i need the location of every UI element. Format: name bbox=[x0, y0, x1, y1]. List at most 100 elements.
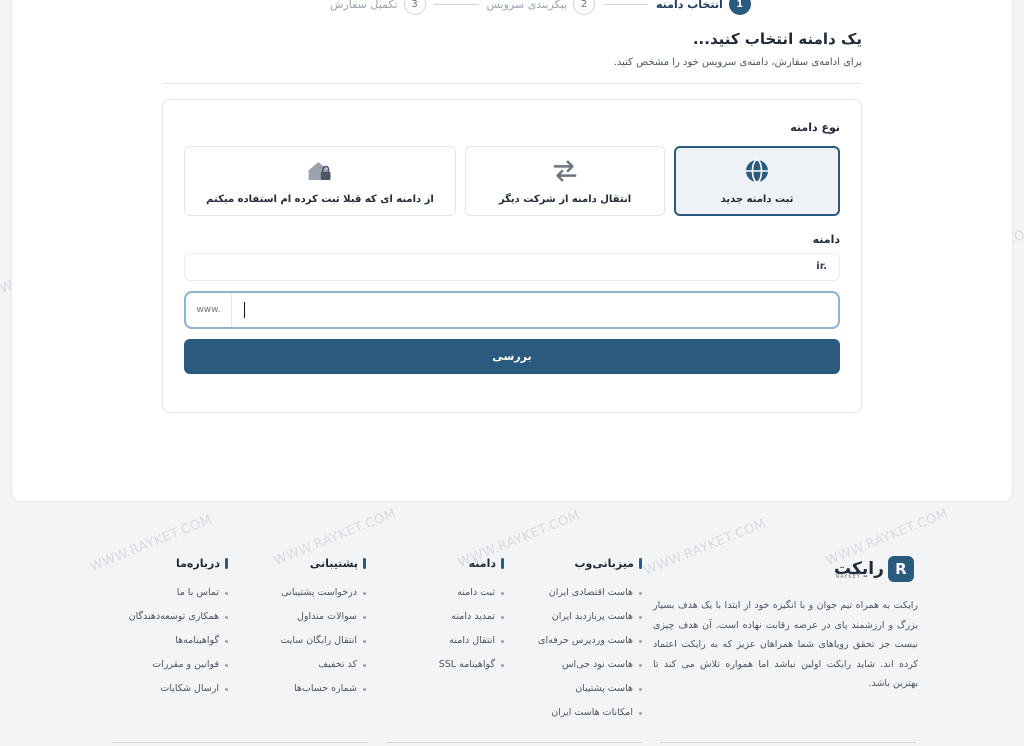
logo-mark-icon: R bbox=[887, 556, 914, 582]
option-use-existing-domain[interactable]: از دامنه ای که قبلا ثبت کرده ام استفاده … bbox=[184, 146, 456, 216]
col-title: دامنه bbox=[468, 557, 496, 570]
check-domain-button[interactable]: بررسی bbox=[184, 339, 840, 374]
link-text: کد تخفیف bbox=[318, 659, 357, 670]
bullet-icon bbox=[225, 687, 228, 691]
step-number: 3 bbox=[403, 0, 426, 15]
step-complete-order[interactable]: 3 تکمیل سفارش bbox=[330, 0, 426, 15]
domain-label: دامنه bbox=[812, 233, 840, 246]
footer-link[interactable]: انتقال رایگان سایت bbox=[280, 629, 366, 653]
bullet-icon bbox=[501, 639, 504, 643]
footer-col-domain: ثبت دامنه تمدید دامنه انتقال دامنه گواهی… bbox=[439, 581, 504, 677]
logo-subtext: RAYKET bbox=[836, 574, 861, 580]
link-text: سوالات متداول bbox=[297, 611, 357, 622]
footer-link[interactable]: کد تخفیف bbox=[280, 653, 366, 677]
footer-link[interactable]: ارسال شکایات bbox=[129, 677, 228, 701]
bullet-icon bbox=[225, 663, 228, 667]
link-text: هاست پربازدید ایران bbox=[551, 611, 633, 622]
link-text: همکاری توسعه‌دهندگان bbox=[128, 611, 219, 622]
link-text: تماس با ما bbox=[176, 587, 219, 598]
col-title: درباره‌ما bbox=[175, 557, 220, 570]
bullet-icon bbox=[363, 687, 366, 691]
bullet-icon bbox=[363, 663, 366, 667]
step-number: 2 bbox=[573, 0, 595, 15]
bullet-icon bbox=[639, 663, 642, 667]
footer-link[interactable]: هاست پشتیبان bbox=[538, 677, 642, 701]
bullet-icon bbox=[639, 591, 642, 595]
step-choose-domain[interactable]: 1 انتخاب دامنه bbox=[656, 0, 751, 15]
footer-link[interactable]: تماس با ما bbox=[129, 581, 228, 605]
link-text: هاست وردپرس حرفه‌ای bbox=[538, 635, 633, 646]
footer-link[interactable]: درخواست پشتیبانی bbox=[280, 581, 366, 605]
domain-input[interactable] bbox=[232, 293, 838, 327]
bullet-icon bbox=[501, 663, 504, 667]
footer-link[interactable]: هاست نود جی‌اس bbox=[538, 653, 642, 677]
divider bbox=[162, 83, 862, 84]
step-label: انتخاب دامنه bbox=[656, 0, 723, 11]
heading-bar bbox=[225, 558, 228, 569]
page-title: یک دامنه انتخاب کنید... bbox=[692, 30, 862, 48]
footer-link[interactable]: ثبت دامنه bbox=[439, 581, 504, 605]
footer-link[interactable]: امکانات هاست ایران bbox=[538, 701, 642, 725]
link-text: هاست اقتصادی ایران bbox=[548, 587, 633, 598]
footer-col-support: درخواست پشتیبانی سوالات متداول انتقال را… bbox=[280, 581, 366, 701]
tld-select[interactable]: ir. bbox=[184, 253, 840, 281]
footer-link[interactable]: انتقال دامنه bbox=[439, 629, 504, 653]
footer-link[interactable]: هاست پربازدید ایران bbox=[538, 605, 642, 629]
footer-col-domain-title: دامنه bbox=[469, 557, 504, 570]
domain-input-group: www. bbox=[184, 291, 840, 329]
link-text: امکانات هاست ایران bbox=[551, 707, 633, 718]
step-connector bbox=[433, 3, 479, 5]
option-label: انتقال دامنه از شرکت دیگر bbox=[498, 193, 632, 205]
footer-link[interactable]: هاست اقتصادی ایران bbox=[538, 581, 642, 605]
footer-about-text: رایکت به همراه تیم جوان و با انگیزه خود … bbox=[653, 600, 918, 689]
step-connector bbox=[603, 3, 648, 5]
footer-col-hosting-title: میزبانی‌وب bbox=[574, 557, 642, 570]
link-text: انتقال رایگان سایت bbox=[280, 635, 357, 646]
footer-link[interactable]: هاست وردپرس حرفه‌ای bbox=[538, 629, 642, 653]
option-label: از دامنه ای که قبلا ثبت کرده ام استفاده … bbox=[206, 193, 434, 205]
step-label: تکمیل سفارش bbox=[330, 0, 398, 11]
option-register-new-domain[interactable]: ثبت دامنه جدید bbox=[674, 146, 840, 216]
bullet-icon bbox=[639, 687, 642, 691]
bullet-icon bbox=[639, 615, 642, 619]
tld-value: ir. bbox=[816, 261, 827, 272]
bullet-icon bbox=[363, 615, 366, 619]
step-label: پیکربندی سرویس bbox=[486, 0, 567, 11]
link-text: ثبت دامنه bbox=[457, 587, 495, 598]
option-label: ثبت دامنه جدید bbox=[720, 193, 794, 205]
link-text: انتقال دامنه bbox=[449, 635, 495, 646]
option-transfer-domain[interactable]: انتقال دامنه از شرکت دیگر bbox=[465, 146, 665, 216]
heading-bar bbox=[363, 558, 366, 569]
step-number: 1 bbox=[728, 0, 751, 15]
house-lock-icon bbox=[307, 158, 333, 184]
footer-link[interactable]: تمدید دامنه bbox=[439, 605, 504, 629]
step-configure-service[interactable]: 2 پیکربندی سرویس bbox=[487, 0, 595, 15]
footer-link[interactable]: همکاری توسعه‌دهندگان bbox=[129, 605, 228, 629]
footer-col-about-title: درباره‌ما bbox=[176, 557, 228, 570]
heading-bar bbox=[501, 558, 504, 569]
footer-link[interactable]: شماره حساب‌ها bbox=[280, 677, 366, 701]
link-text: تمدید دامنه bbox=[451, 611, 495, 622]
footer-link[interactable]: قوانین و مقررات bbox=[129, 653, 228, 677]
link-text: ارسال شکایات bbox=[160, 683, 219, 694]
link-text: گواهینامه‌ها bbox=[175, 635, 219, 646]
link-text: قوانین و مقررات bbox=[152, 659, 219, 670]
bullet-icon bbox=[501, 591, 504, 595]
link-text: هاست پشتیبان bbox=[575, 683, 633, 694]
order-steps: 1 انتخاب دامنه 2 پیکربندی سرویس 3 تکمیل … bbox=[330, 0, 751, 15]
bullet-icon bbox=[639, 711, 642, 715]
bullet-icon bbox=[363, 591, 366, 595]
globe-icon bbox=[744, 158, 770, 184]
footer-card-edge bbox=[112, 742, 368, 746]
col-title: میزبانی‌وب bbox=[574, 557, 634, 570]
footer-link[interactable]: گواهینامه‌ها bbox=[129, 629, 228, 653]
www-prefix: www. bbox=[186, 293, 232, 327]
footer-link[interactable]: گواهینامه SSL bbox=[439, 653, 504, 677]
bullet-icon bbox=[363, 639, 366, 643]
bullet-icon bbox=[225, 591, 228, 595]
bullet-icon bbox=[501, 615, 504, 619]
col-title: پشتیبانی bbox=[309, 557, 358, 570]
domain-type-label: نوع دامنه bbox=[790, 121, 840, 134]
text-caret bbox=[244, 302, 245, 318]
footer-link[interactable]: سوالات متداول bbox=[280, 605, 366, 629]
